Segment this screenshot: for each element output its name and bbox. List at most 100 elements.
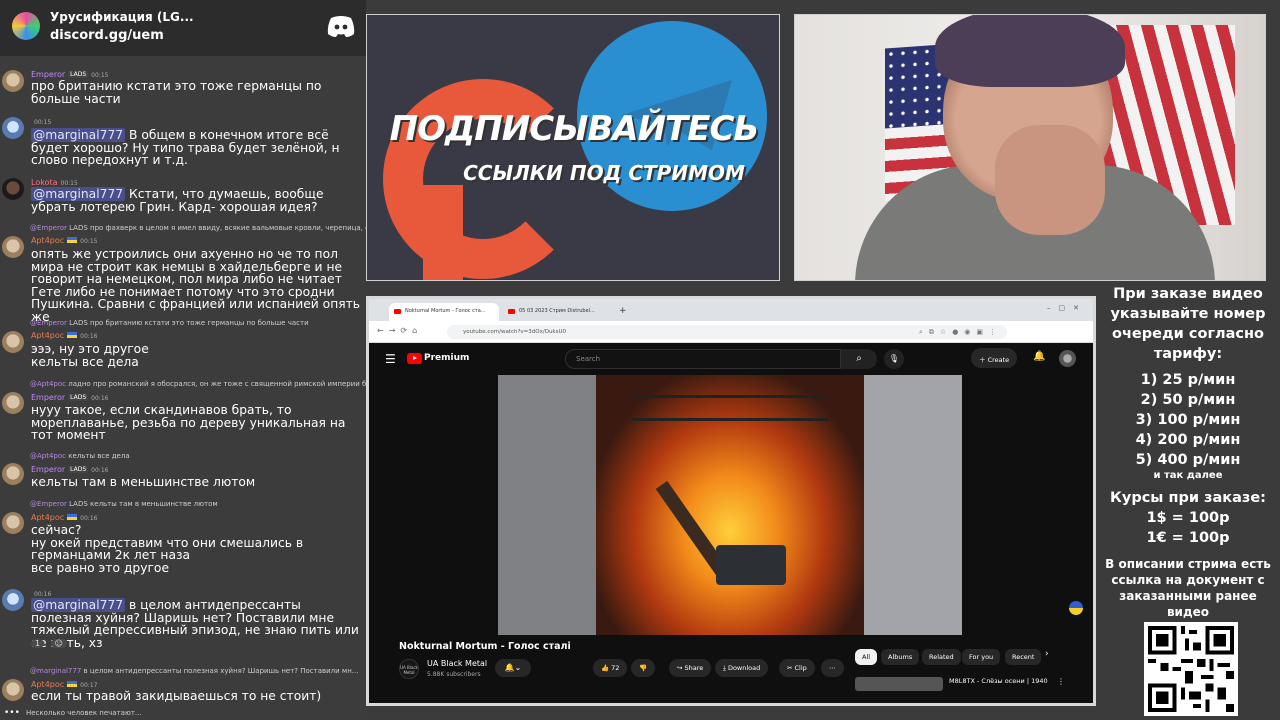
dislike-button[interactable]: 👎 (631, 659, 656, 677)
new-tab-button[interactable]: + (619, 306, 627, 316)
window-controls[interactable]: –▢✕ (1047, 304, 1087, 312)
recommended-thumbnail[interactable] (855, 677, 943, 691)
reply-preview[interactable]: @Emperor LADS кельты там в меньшинстве л… (30, 500, 366, 508)
reply-preview[interactable]: @marginal777 в целом антидепрессанты пол… (30, 667, 366, 675)
message-author: Apt4poc 00:16 (31, 331, 98, 340)
youtube-icon (394, 309, 401, 314)
chevron-right-icon[interactable]: › (1045, 649, 1049, 659)
reply-preview[interactable]: @Apt4poc кельты все дела (30, 452, 366, 460)
chip-all[interactable]: All (855, 649, 878, 665)
player-letterbox-left (498, 375, 596, 635)
tariff-item: 4) 200 р/мин (1135, 432, 1241, 448)
avatar (2, 331, 24, 353)
server-name: Урусификация (LG... (50, 10, 194, 24)
message-author: 00:16 (34, 591, 52, 598)
message-text: эээ, ну это другое кельты все дела (31, 342, 149, 369)
reply-preview[interactable]: @Emperor LADS про британию кстати это то… (30, 319, 366, 327)
account-avatar[interactable] (1059, 350, 1076, 367)
message-author: Apt4poc 00:15 (31, 236, 98, 245)
rate-usd: 1$ = 100р (1146, 510, 1230, 526)
nav-buttons[interactable]: ←→⟳⌂ (377, 326, 422, 335)
message-author: Emperor LADS 00:16 (31, 465, 109, 474)
share-button[interactable]: ↪ Share (669, 659, 712, 677)
menu-icon[interactable]: ☰ (385, 352, 396, 366)
reply-preview[interactable]: @Apt4poc ладно про романский я обосрался… (30, 380, 366, 388)
chip-albums[interactable]: Albums (881, 649, 920, 665)
chip-related[interactable]: Related (922, 649, 961, 665)
more-vert-icon[interactable]: ⋮ (1057, 677, 1065, 686)
rates-title: Курсы при заказе: (1110, 490, 1266, 506)
qr-code[interactable] (1144, 622, 1238, 716)
promo-subtitle: ССЫЛКИ ПОД СТРИМОМ (463, 161, 745, 185)
info-footer: В описании стрима есть ссылка на докумен… (1105, 557, 1271, 619)
server-invite[interactable]: discord.gg/uem (50, 28, 164, 43)
browser-window: Nokturnal Mortum - Голос ста... 05 03 20… (366, 296, 1096, 706)
reaction[interactable]: 1 (31, 639, 45, 648)
tariff-item: 1) 25 р/мин (1140, 372, 1236, 388)
create-button[interactable]: ＋ Create (971, 348, 1018, 368)
avatar (2, 392, 24, 414)
message-text: кельты там в меньшинстве лютом (31, 475, 256, 489)
avatar (2, 589, 24, 611)
tariff-item: 2) 50 р/мин (1140, 392, 1236, 408)
chip-recent[interactable]: Recent (1005, 649, 1041, 665)
channel-name[interactable]: UA Black Metal (427, 659, 487, 668)
reply-preview[interactable]: @Emperor LADS про фахверк в целом я имел… (30, 224, 366, 232)
avatar (2, 178, 24, 200)
notifications-icon[interactable]: 🔔 (1033, 351, 1045, 362)
rate-eur: 1€ = 100р (1146, 530, 1230, 546)
reaction[interactable]: ☺ (50, 639, 67, 648)
subscribe-promo-panel: ПОДПИСЫВАЙТЕСЬ ССЫЛКИ ПОД СТРИМОМ (366, 14, 780, 281)
avatar (2, 117, 24, 139)
avatar (2, 70, 24, 92)
search-input[interactable]: Search (565, 349, 841, 369)
mic-icon[interactable]: 🎙 (884, 349, 904, 369)
youtube-brand[interactable]: Premium (424, 353, 469, 363)
avatar (2, 236, 24, 258)
search-icon[interactable]: ⌕ (841, 349, 877, 369)
message-text: про британию кстати это тоже германцы по… (31, 79, 322, 106)
player-letterbox-right (864, 375, 962, 635)
reactions: 1 ☺ (31, 639, 71, 648)
message-text: @marginal777 Кстати, что думаешь, вообще… (31, 187, 324, 214)
streamer-hand (995, 125, 1105, 235)
tab-strip: Nokturnal Mortum - Голос ста... 05 03 20… (369, 299, 1093, 321)
address-bar: ←→⟳⌂ youtube.com/watch?v=3dOx/DuksU0 ⌕⧉☆… (369, 321, 1093, 343)
discord-header: Урусификация (LG... discord.gg/uem (0, 0, 366, 56)
ukraine-flag-icon (1069, 601, 1083, 615)
message-author: Apt4poc 00:16 (31, 513, 98, 522)
message-text: опять же устроились они ахуенно но че то… (31, 247, 361, 324)
tariff-item: 5) 400 р/мин (1135, 452, 1241, 468)
avatar (2, 512, 24, 534)
video-player[interactable] (498, 375, 962, 635)
patreon-logo-stem (423, 185, 463, 280)
band-logo (632, 395, 828, 421)
clip-button[interactable]: ✂ Clip (779, 659, 815, 677)
recommended-title[interactable]: M8L8TX - Слёзы осени | 1940 (949, 677, 1048, 685)
extension-icons[interactable]: ⌕⧉☆●◉▣⋮ (919, 328, 1002, 337)
chip-for-you[interactable]: For you (962, 649, 1001, 665)
avatar (2, 679, 24, 701)
download-button[interactable]: ⤓ Download (715, 659, 769, 677)
youtube-page: ☰ Premium Search ⌕ 🎙 ＋ Create 🔔 Nokturna… (369, 343, 1093, 703)
like-button[interactable]: 👍 72 (593, 659, 628, 677)
more-actions-button[interactable]: ⋯ (821, 659, 844, 677)
youtube-logo-icon[interactable] (407, 353, 422, 364)
typing-indicator: ••• Несколько человек печатают... (4, 708, 142, 718)
message-author: Emperor LADS 00:15 (31, 70, 109, 79)
streamer-hair (935, 15, 1125, 87)
subscribe-bell-button[interactable]: 🔔⌄ (495, 659, 531, 677)
tab-stream[interactable]: 05 03 2023 Стрим Distrubel... (503, 303, 613, 321)
channel-avatar[interactable]: UA Black Metal (399, 659, 419, 679)
message-author: Lokota 00:15 (31, 178, 78, 187)
message-author: 00:15 (34, 119, 52, 126)
stream-overlay: Урусификация (LG... discord.gg/uem Emper… (0, 0, 1280, 720)
tab-youtube-video[interactable]: Nokturnal Mortum - Голос ста... (389, 303, 499, 321)
youtube-icon (508, 309, 515, 314)
album-cover (596, 375, 864, 635)
discord-chat-panel: Урусификация (LG... discord.gg/uem Emper… (0, 0, 366, 720)
subscriber-count: 5.88K subscribers (427, 671, 481, 678)
message-text: сейчас? ну окей представим что они смеша… (31, 523, 304, 575)
message-author: Apt4poc 00:17 (31, 680, 98, 689)
message-text: нууу такое, если скандинавов брать, то м… (31, 403, 346, 442)
